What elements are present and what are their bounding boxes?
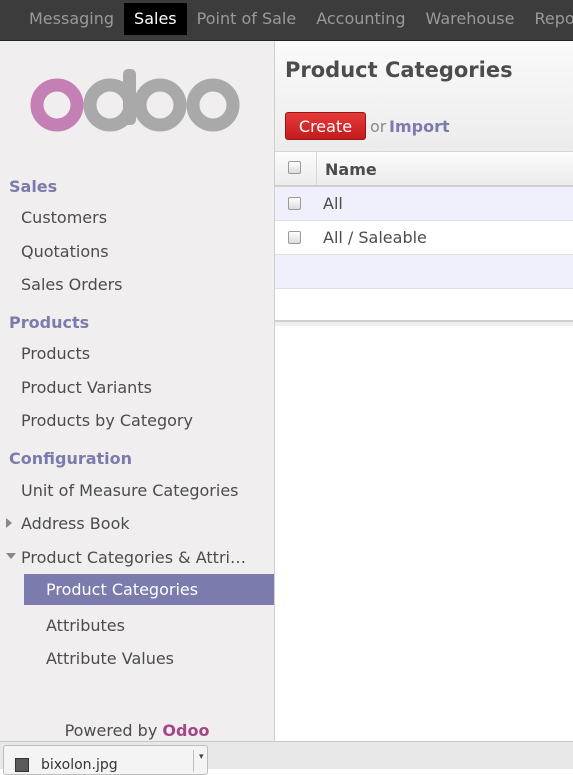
- empty-row: [275, 255, 573, 289]
- powered-by-text: Powered by: [64, 721, 158, 740]
- download-item[interactable]: bixolon.jpg ▾: [3, 745, 208, 775]
- sidebar-item-products-by-category[interactable]: Products by Category: [21, 411, 193, 430]
- image-file-icon: [15, 758, 29, 772]
- download-file-name: bixolon.jpg: [41, 757, 118, 773]
- section-products: Products: [9, 313, 90, 332]
- control-panel: Product Categories Create or Import: [275, 41, 573, 151]
- row-checkbox[interactable]: [288, 197, 301, 210]
- expanded-arrow-icon[interactable]: [6, 553, 16, 559]
- sidebar-item-product-categories-attributes[interactable]: Product Categories & Attri…: [21, 548, 246, 567]
- top-menu-bar: Messaging Sales Point of Sale Accounting…: [0, 0, 573, 41]
- download-item-divider: [193, 750, 194, 772]
- menu-point-of-sale[interactable]: Point of Sale: [187, 3, 307, 35]
- import-link[interactable]: Import: [389, 117, 450, 136]
- sidebar-item-product-variants[interactable]: Product Variants: [21, 378, 152, 397]
- sidebar-item-quotations[interactable]: Quotations: [21, 242, 109, 261]
- section-configuration: Configuration: [9, 449, 133, 468]
- empty-row: [275, 289, 573, 323]
- list-view: Name All All / Saleable: [275, 151, 573, 323]
- sidebar: Sales Customers Quotations Sales Orders …: [0, 41, 275, 741]
- create-button[interactable]: Create: [285, 112, 366, 140]
- column-header-name[interactable]: Name: [325, 160, 377, 179]
- menu-reporting[interactable]: Reporting: [524, 3, 573, 35]
- odoo-link[interactable]: Odoo: [162, 721, 209, 740]
- sidebar-item-attribute-values[interactable]: Attribute Values: [46, 649, 174, 668]
- main-content: Product Categories Create or Import Name…: [275, 41, 573, 741]
- odoo-logo[interactable]: [30, 67, 240, 142]
- collapsed-arrow-icon[interactable]: [6, 518, 12, 528]
- menu-warehouse[interactable]: Warehouse: [416, 3, 525, 35]
- table-header: Name: [275, 151, 573, 187]
- row-name-cell: All / Saleable: [323, 228, 427, 247]
- menu-accounting[interactable]: Accounting: [306, 3, 415, 35]
- table-row[interactable]: All / Saleable: [275, 221, 573, 255]
- powered-by: Powered by Odoo: [0, 721, 274, 740]
- or-text: or: [370, 117, 387, 136]
- sidebar-item-product-categories[interactable]: Product Categories: [24, 574, 274, 605]
- sidebar-item-label: Product Categories: [46, 580, 199, 599]
- download-bar: bixolon.jpg ▾: [0, 741, 573, 775]
- select-all-checkbox[interactable]: [288, 161, 301, 174]
- page-title: Product Categories: [285, 58, 513, 82]
- list-footer-divider: [275, 320, 573, 326]
- column-divider: [316, 152, 317, 185]
- dropdown-arrow-icon[interactable]: ▾: [199, 752, 204, 762]
- row-checkbox[interactable]: [288, 231, 301, 244]
- sidebar-item-address-book[interactable]: Address Book: [21, 514, 130, 533]
- sidebar-item-customers[interactable]: Customers: [21, 208, 107, 227]
- sidebar-item-attributes[interactable]: Attributes: [46, 616, 125, 635]
- sidebar-item-sales-orders[interactable]: Sales Orders: [21, 275, 122, 294]
- sidebar-item-products[interactable]: Products: [21, 344, 90, 363]
- row-name-cell: All: [323, 194, 343, 213]
- table-row[interactable]: All: [275, 187, 573, 221]
- section-sales: Sales: [9, 177, 58, 196]
- menu-sales[interactable]: Sales: [124, 3, 187, 35]
- sidebar-item-unit-of-measure-categories[interactable]: Unit of Measure Categories: [21, 481, 239, 500]
- menu-messaging[interactable]: Messaging: [19, 3, 124, 35]
